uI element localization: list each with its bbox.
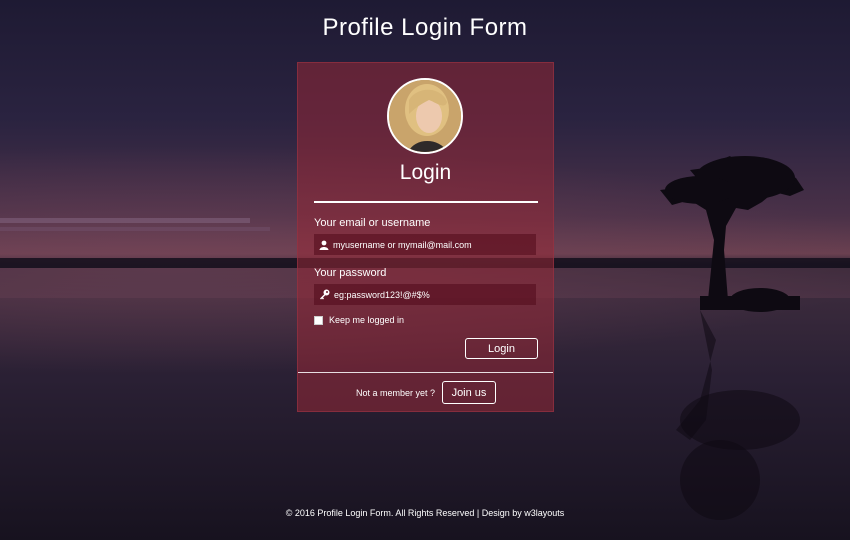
email-field[interactable]: [314, 234, 536, 255]
user-icon: [319, 240, 329, 250]
password-field[interactable]: [314, 284, 536, 305]
join-button[interactable]: Join us: [442, 381, 496, 404]
page-title: Profile Login Form: [322, 14, 528, 41]
email-input[interactable]: [329, 239, 523, 250]
card-title: Login: [399, 161, 452, 184]
card-divider: [298, 372, 553, 373]
avatar: [387, 78, 463, 154]
avatar-portrait: [389, 80, 461, 152]
login-card: Login Your email or username Your passwo…: [297, 62, 554, 412]
email-label: Your email or username: [314, 217, 431, 229]
login-button[interactable]: Login: [465, 338, 538, 359]
title-divider: [314, 201, 538, 203]
remember-label: Keep me logged in: [329, 315, 405, 325]
key-icon: [320, 289, 330, 300]
member-prompt: Not a member yet ?: [356, 388, 436, 398]
footer: © 2016 Profile Login Form. All Rights Re…: [285, 508, 565, 518]
password-input[interactable]: [330, 289, 524, 300]
password-label: Your password: [314, 267, 387, 279]
remember-me[interactable]: Keep me logged in: [314, 315, 404, 325]
remember-checkbox[interactable]: [314, 315, 323, 325]
